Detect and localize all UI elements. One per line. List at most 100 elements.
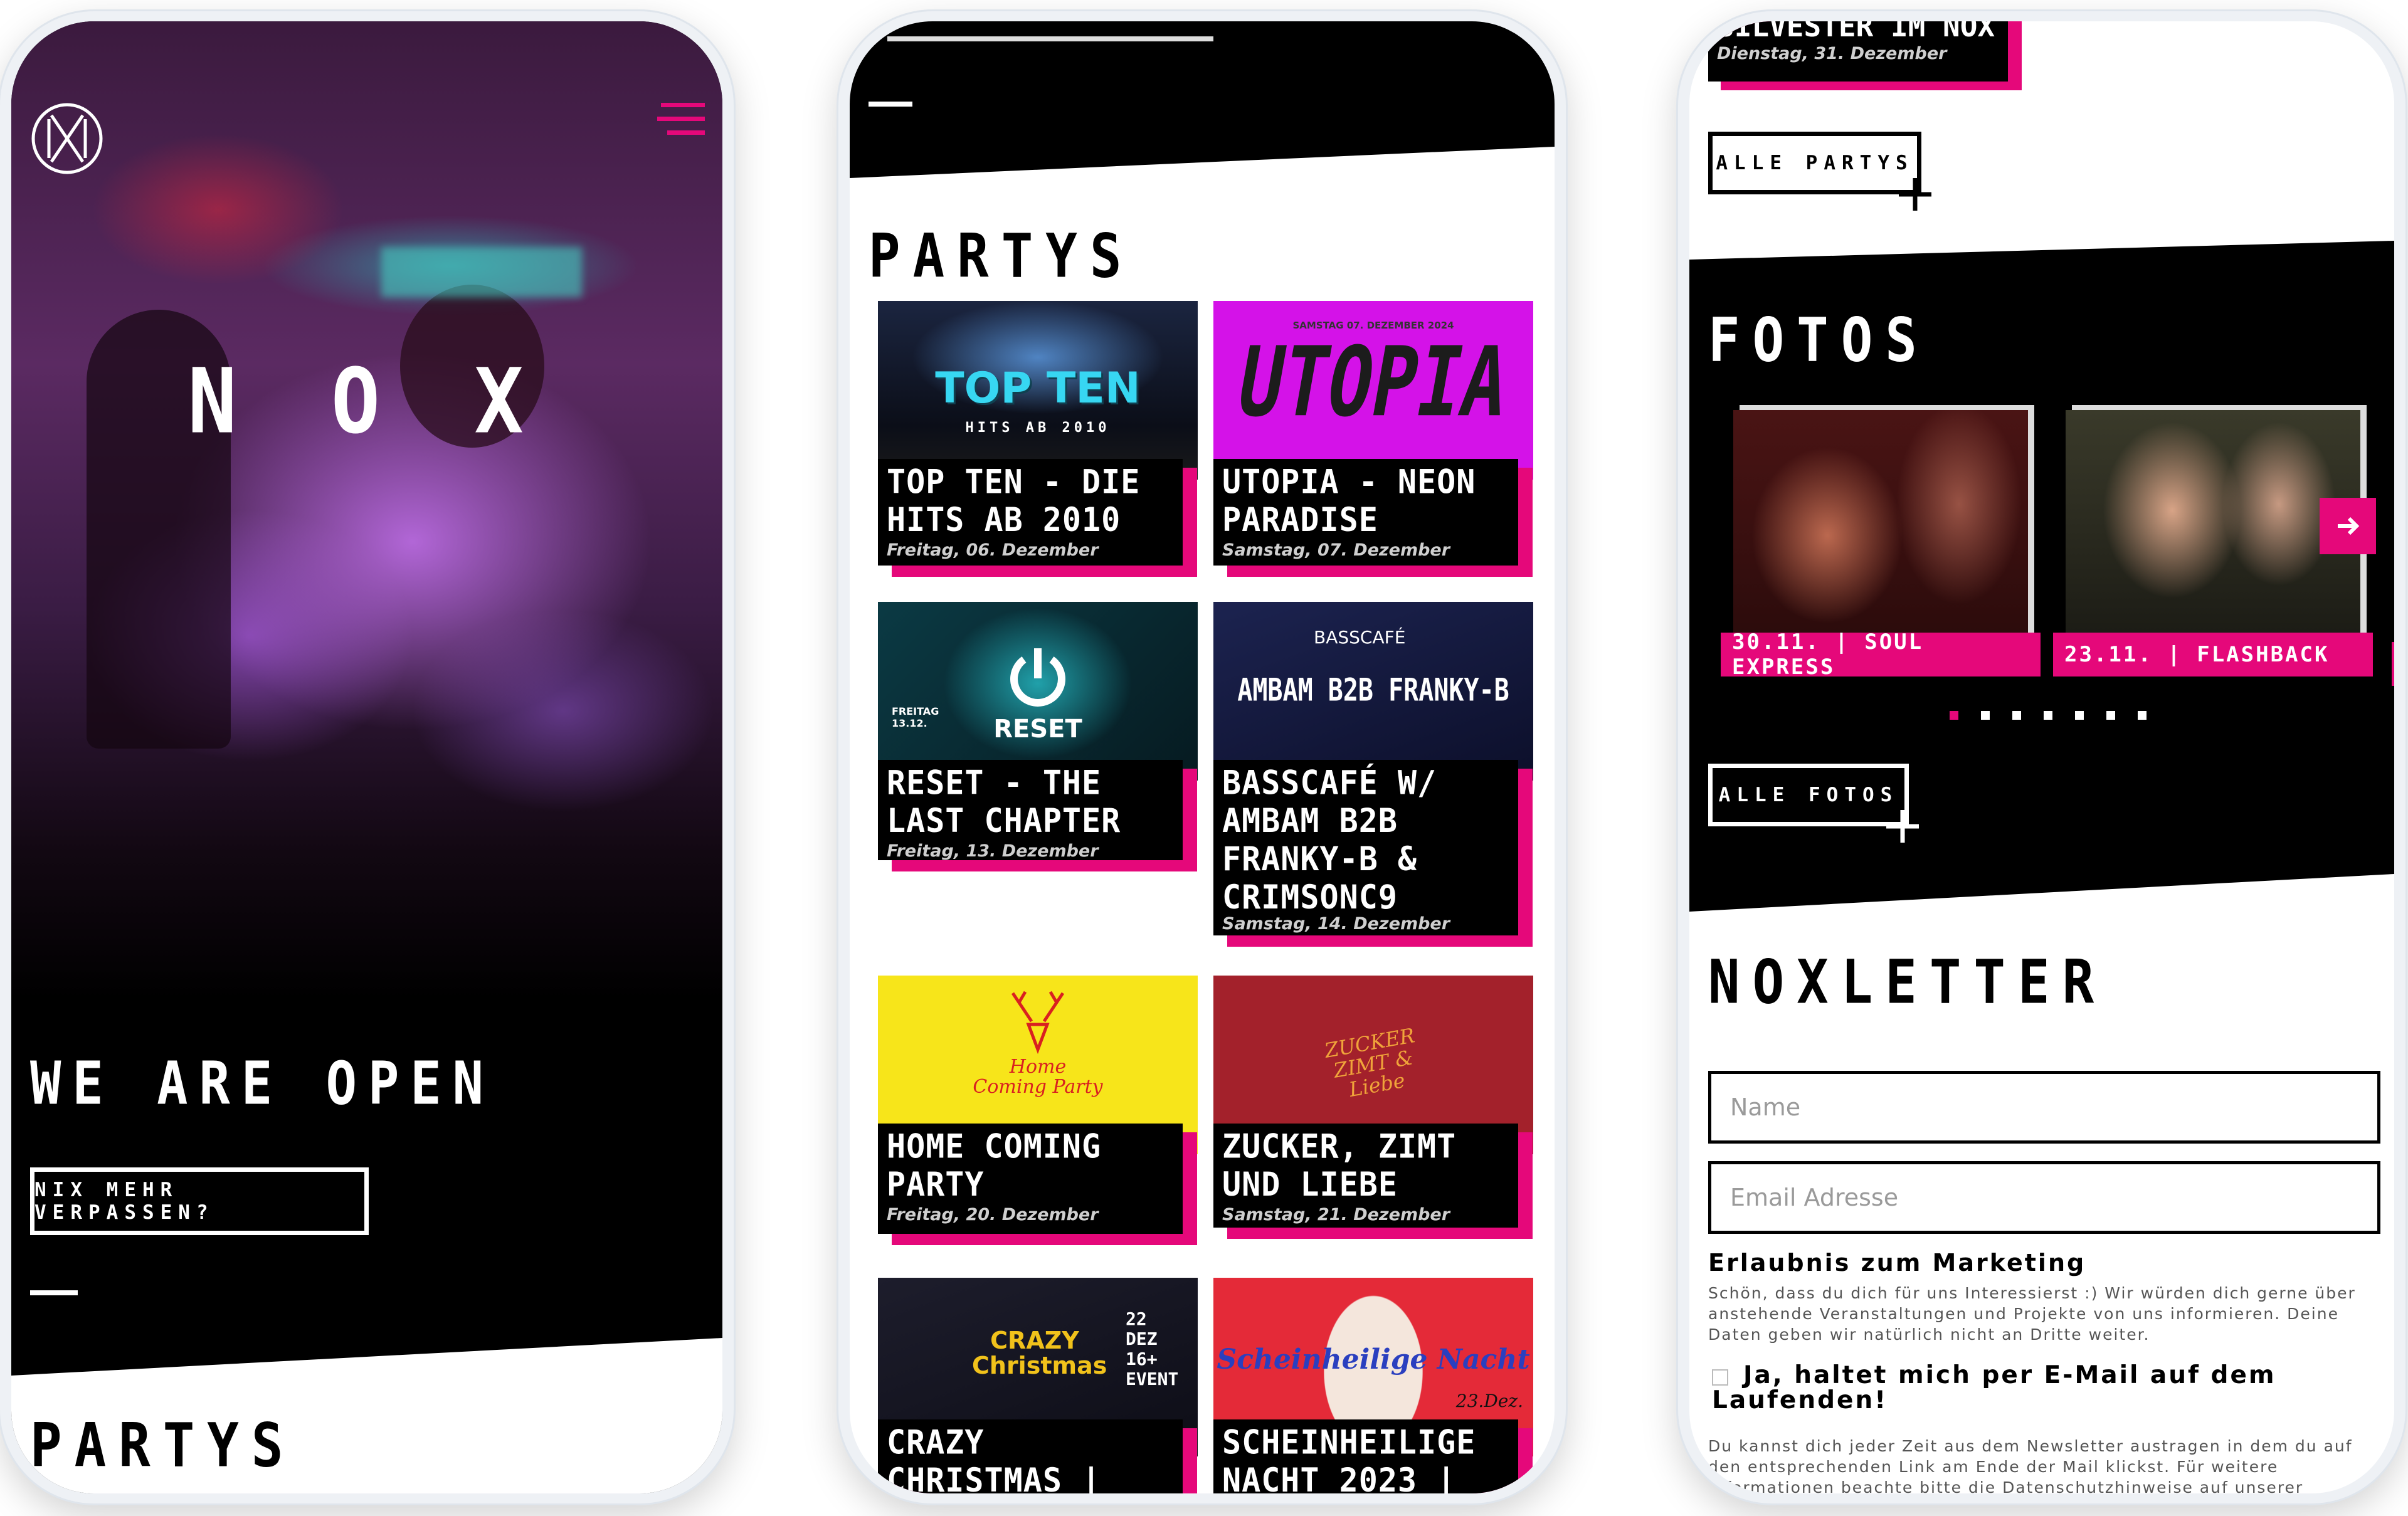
- party-date: Samstag, 14. Dezember: [1222, 914, 1450, 934]
- menu-line-icon[interactable]: [869, 102, 912, 107]
- party-date: Dienstag, 31. Dezember: [1717, 44, 1947, 63]
- hamburger-menu-icon[interactable]: [657, 103, 705, 140]
- party-card-silvester[interactable]: SILVESTER IM NOX Dienstag, 31. Dezember: [1708, 21, 2022, 90]
- poster-subtitle: HITS AB 2010: [965, 420, 1111, 436]
- party-date: Freitag, 20. Dezember: [887, 1205, 1099, 1224]
- poster-title: UTOPIA: [1230, 325, 1517, 438]
- poster-title: ZUCKER ZIMT & Liebe: [1323, 1023, 1417, 1102]
- photo-gallery-card[interactable]: 23.11. | FLASHBACK: [2053, 405, 2376, 702]
- pagination-dot[interactable]: [2106, 711, 2115, 720]
- party-card[interactable]: TOP TEN HITS AB 2010 TOP TEN - DIE HITS …: [878, 301, 1198, 577]
- poster-title: Home Coming Party: [973, 1056, 1103, 1098]
- card-title-box: ZUCKER, ZIMT UND LIEBE Samstag, 21. Deze…: [1213, 1124, 1518, 1228]
- photo-gallery-card[interactable]: 30.11. | SOUL EXPRESS: [1721, 405, 2041, 702]
- gallery-photo: [2066, 410, 2360, 648]
- party-card[interactable]: CRAZY Christmas 22 DEZ 16+ EVENT CRAZY C…: [878, 1278, 1198, 1493]
- photo-peek: [2392, 642, 2394, 686]
- home-screen: N O X WE ARE OPEN NIX MEHR VERPASSEN? PA…: [11, 21, 722, 1493]
- email-input-placeholder: Email Adresse: [1730, 1184, 1899, 1211]
- next-arrow-button[interactable]: [2320, 498, 2376, 554]
- card-title-box: TOP TEN - DIE HITS AB 2010 Freitag, 06. …: [878, 459, 1183, 566]
- section-heading-fotos: FOTOS: [1708, 305, 1930, 376]
- poster-subtitle: BASSCAFÉ: [1314, 627, 1406, 648]
- power-icon: [1000, 640, 1075, 715]
- card-title-box: UTOPIA - NEON PARADISE Samstag, 07. Deze…: [1213, 459, 1518, 566]
- party-card[interactable]: SAMSTAG 07. DEZEMBER 2024 UTOPIA UTOPIA …: [1213, 301, 1533, 577]
- pagination-dot[interactable]: [2044, 711, 2052, 720]
- scroll-indicator: [30, 1290, 78, 1295]
- cta-button-label: NIX MEHR VERPASSEN?: [34, 1179, 214, 1224]
- party-poster-image: BASSCAFÉ AMBAM B2B FRANKY-B: [1213, 602, 1533, 781]
- name-input-placeholder: Name: [1730, 1093, 1801, 1121]
- poster-title: CRAZY Christmas: [972, 1327, 1107, 1379]
- party-date: Samstag, 07. Dezember: [1222, 540, 1450, 560]
- arrow-right-icon: [2338, 517, 2360, 535]
- gallery-photo: [1733, 410, 2028, 648]
- party-card[interactable]: BASSCAFÉ AMBAM B2B FRANKY-B BASSCAFÉ W/ …: [1213, 602, 1533, 947]
- hero-teal-light: [381, 247, 582, 297]
- party-date: Freitag, 13. Dezember: [887, 841, 1099, 861]
- card-title-box: RESET - THE LAST CHAPTER Freitag, 13. De…: [878, 760, 1183, 861]
- name-input[interactable]: Name: [1708, 1071, 2380, 1144]
- cta-button-nix-mehr-verpassen[interactable]: NIX MEHR VERPASSEN?: [30, 1167, 369, 1235]
- poster-title: TOP TEN: [935, 364, 1141, 413]
- party-card[interactable]: Home Coming Party HOME COMING PARTY Frei…: [878, 976, 1198, 1245]
- party-title: SILVESTER IM NOX: [1717, 21, 1995, 43]
- all-partys-button[interactable]: ALLE PARTYS: [1708, 132, 1921, 194]
- card-title-box: BASSCAFÉ W/ AMBAM B2B FRANKY-B & CRIMSON…: [1213, 760, 1518, 935]
- party-poster-image: SAMSTAG 07. DEZEMBER 2024 UTOPIA: [1213, 301, 1533, 480]
- marketing-consent-label[interactable]: Ja, haltet mich per E-Mail auf dem Laufe…: [1712, 1363, 2364, 1413]
- poster-subtitle: 23.Dez.: [1455, 1391, 1523, 1411]
- nox-logo[interactable]: [30, 102, 104, 176]
- poster-subtitle: 22 DEZ 16+ EVENT: [1126, 1308, 1179, 1389]
- phone-mockup-partys: PARTYS TOP TEN HITS AB 2010 TOP TEN - DI…: [838, 11, 1566, 1503]
- deer-icon: [1003, 987, 1072, 1056]
- section-heading-partys: PARTYS: [30, 1410, 296, 1481]
- party-title: SCHEINHEILIGE NACHT 2023 | DAS KLASSENTR…: [1222, 1423, 1476, 1493]
- pagination-dot[interactable]: [2138, 711, 2147, 720]
- party-poster-image: TOP TEN HITS AB 2010: [878, 301, 1198, 480]
- party-title: CRAZY CHRISTMAS | 16+ EVENT: [887, 1423, 1102, 1493]
- all-fotos-label: ALLE FOTOS: [1718, 784, 1899, 806]
- pagination-dot[interactable]: [2012, 711, 2021, 720]
- all-fotos-button[interactable]: ALLE FOTOS: [1708, 764, 1909, 826]
- party-card[interactable]: RESET FREITAG 13.12. RESET - THE LAST CH…: [878, 602, 1198, 871]
- party-poster-image: RESET FREITAG 13.12.: [878, 602, 1198, 781]
- party-date: Samstag, 21. Dezember: [1222, 1205, 1450, 1224]
- header-band: [850, 21, 1555, 178]
- plus-icon: [1896, 176, 1934, 213]
- email-input[interactable]: Email Adresse: [1708, 1161, 2380, 1234]
- fotos-newsletter-screen: SILVESTER IM NOX Dienstag, 31. Dezember …: [1689, 21, 2394, 1493]
- card-title-box: SCHEINHEILIGE NACHT 2023 | DAS KLASSENTR…: [1213, 1419, 1518, 1493]
- poster-title: AMBAM B2B FRANKY-B: [1237, 672, 1509, 708]
- party-title: HOME COMING PARTY: [887, 1127, 1102, 1204]
- scroll-progress-bar: [887, 36, 1213, 41]
- marketing-permission-text: Schön, dass du dich für uns Interessiers…: [1708, 1284, 2356, 1344]
- hero-brand-title: N O X: [187, 349, 546, 454]
- hero-background-image: [11, 21, 722, 999]
- marketing-permission-title: Erlaubnis zum Marketing: [1708, 1249, 2086, 1276]
- section-heading-noxletter: NOXLETTER: [1708, 947, 2107, 1018]
- poster-subtitle: FREITAG 13.12.: [892, 705, 939, 729]
- pagination-dot[interactable]: [2075, 711, 2084, 720]
- card-title-box: SILVESTER IM NOX Dienstag, 31. Dezember: [1708, 21, 2008, 82]
- unsubscribe-info-text: Du kannst dich jeder Zeit aus dem Newsle…: [1708, 1437, 2353, 1493]
- photo-label: 23.11. | FLASHBACK: [2053, 633, 2373, 676]
- partys-screen: PARTYS TOP TEN HITS AB 2010 TOP TEN - DI…: [850, 21, 1555, 1493]
- party-title: ZUCKER, ZIMT UND LIEBE: [1222, 1127, 1457, 1204]
- poster-title: Scheinheilige Nacht: [1217, 1344, 1530, 1376]
- pagination-dot[interactable]: [1981, 711, 1990, 720]
- party-title: TOP TEN - DIE HITS AB 2010: [887, 463, 1141, 539]
- party-card[interactable]: Scheinheilige Nacht 23.Dez. SCHEINHEILIG…: [1213, 1278, 1533, 1493]
- card-title-box: CRAZY CHRISTMAS | 16+ EVENT: [878, 1419, 1183, 1493]
- party-date: Freitag, 06. Dezember: [887, 540, 1099, 560]
- hero-heading: WE ARE OPEN: [30, 1050, 495, 1119]
- party-title: UTOPIA - NEON PARADISE: [1222, 463, 1476, 539]
- carousel-pagination[interactable]: [1950, 711, 2147, 720]
- party-card[interactable]: ZUCKER ZIMT & Liebe ZUCKER, ZIMT UND LIE…: [1213, 976, 1533, 1239]
- section-heading-partys: PARTYS: [869, 221, 1134, 292]
- pagination-dot-active[interactable]: [1950, 711, 1958, 720]
- phone-mockup-fotos-newsletter: SILVESTER IM NOX Dienstag, 31. Dezember …: [1678, 11, 2405, 1503]
- photo-label: 30.11. | SOUL EXPRESS: [1721, 629, 2041, 680]
- all-partys-label: ALLE PARTYS: [1716, 152, 1914, 174]
